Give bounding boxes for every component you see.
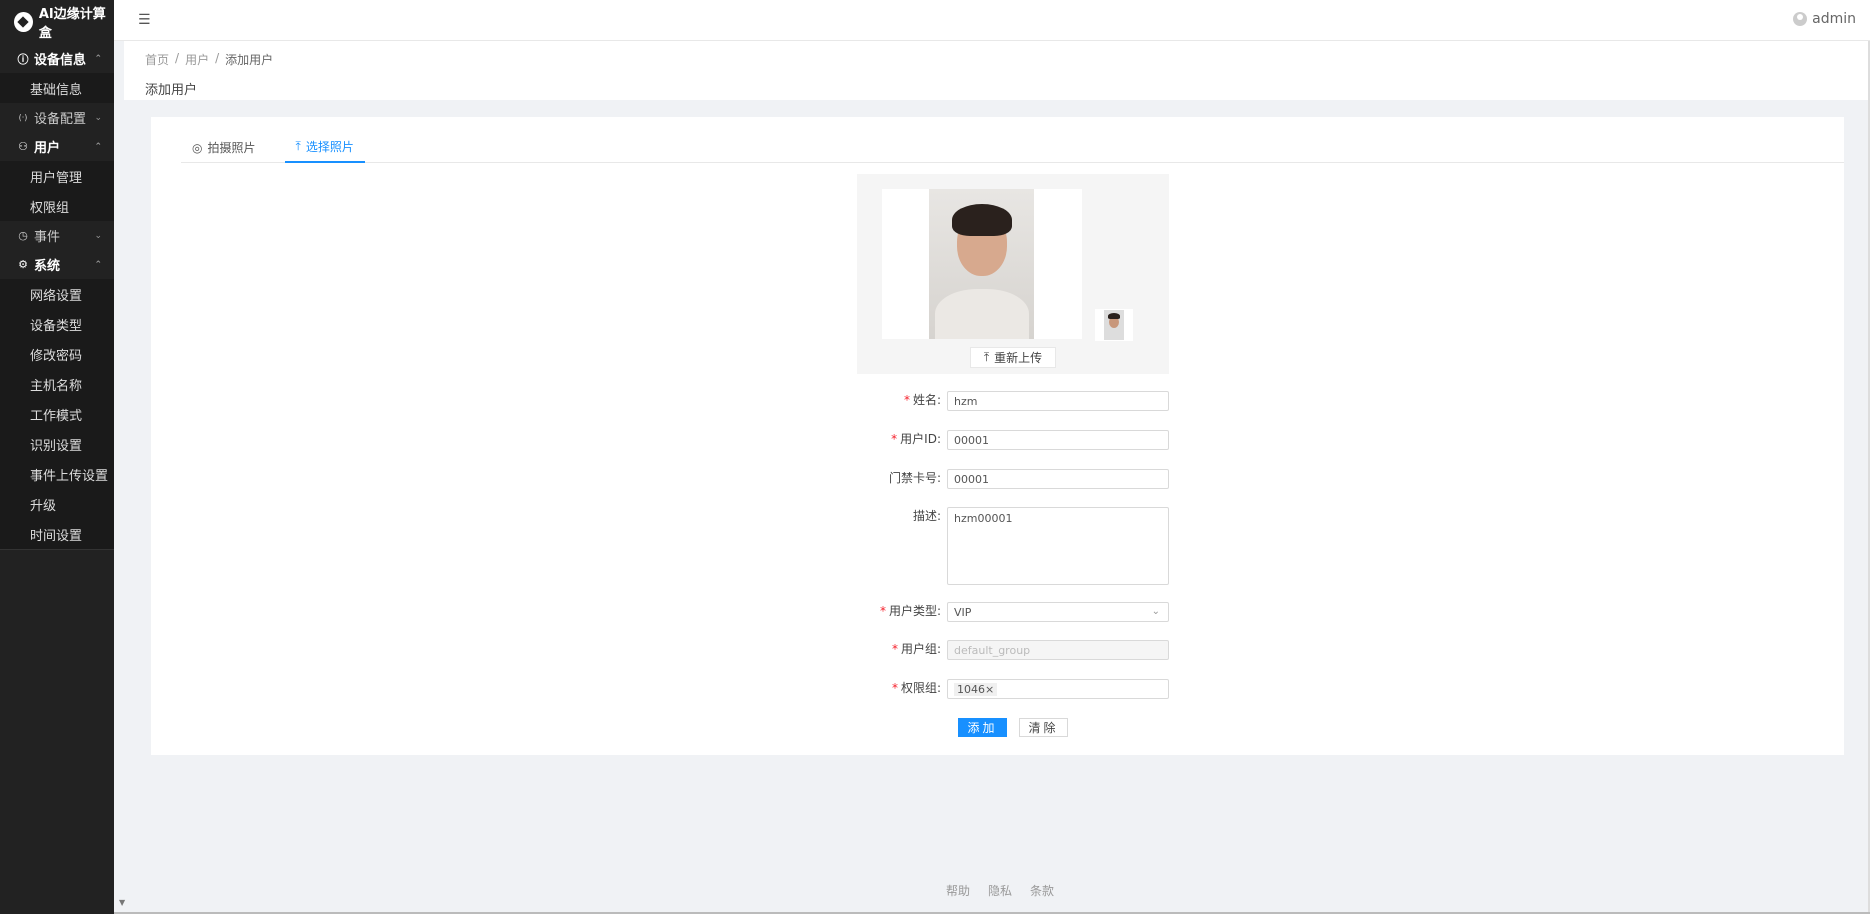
sidebar-item-change-password[interactable]: 修改密码 (0, 339, 114, 369)
photo-thumbnail[interactable] (1095, 309, 1133, 341)
user-menu[interactable]: admin (1793, 11, 1856, 27)
breadcrumb: 首页 / 用户 / 添加用户 (145, 51, 274, 68)
breadcrumb-home[interactable]: 首页 (145, 51, 169, 68)
description-label: 描述: (912, 509, 941, 523)
photo-preview-area: ⤒ 重新上传 (857, 174, 1169, 374)
gear-icon: ⚙ (18, 258, 28, 271)
user-group-input: default_group (947, 640, 1169, 660)
page-title: 添加用户 (145, 83, 198, 98)
chevron-up-icon: ⌃ (94, 141, 102, 152)
form-row-card-no: 门禁卡号: 00001 (857, 469, 1169, 489)
form-row-user-id: * 用户ID: 00001 (857, 430, 1169, 450)
chevron-down-icon: ⌄ (1151, 606, 1160, 617)
chevron-up-icon: ⌃ (94, 259, 102, 270)
sidebar: AI边缘计算盒 ⓘ 设备信息 ⌃ 基础信息 (·) 设备配置 ⌄ ⚇ 用户 ⌃ … (0, 0, 114, 914)
reupload-button[interactable]: ⤒ 重新上传 (970, 347, 1056, 368)
form-actions: 添加 清除 (958, 718, 1068, 737)
sidebar-item-device-type[interactable]: 设备类型 (0, 309, 114, 339)
description-textarea[interactable]: hzm00001 (947, 507, 1169, 585)
form-row-user-type: * 用户类型: VIP ⌄ (857, 602, 1169, 622)
sidebar-item-basic-info[interactable]: 基础信息 (0, 73, 114, 103)
user-icon: ⚇ (18, 140, 28, 153)
scroll-down-icon[interactable]: ▼ (119, 898, 125, 907)
sidebar-item-network-settings[interactable]: 网络设置 (0, 279, 114, 309)
card-no-input[interactable]: 00001 (947, 469, 1169, 489)
sidebar-item-user-management[interactable]: 用户管理 (0, 161, 114, 191)
form-row-description: 描述: hzm00001 (857, 507, 1169, 585)
sidebar-divider (0, 549, 114, 550)
tab-take-photo[interactable]: ◎ 拍摄照片 (181, 132, 267, 163)
footer-privacy-link[interactable]: 隐私 (988, 882, 1012, 899)
sidebar-item-recognition-settings[interactable]: 识别设置 (0, 429, 114, 459)
info-circle-icon: ⓘ (17, 52, 29, 66)
footer-terms-link[interactable]: 条款 (1030, 882, 1054, 899)
menu-group-device-config[interactable]: (·) 设备配置 ⌄ (0, 103, 114, 132)
page-header: 首页 / 用户 / 添加用户 添加用户 (124, 41, 1870, 100)
name-label: * 姓名: (903, 393, 941, 407)
sidebar-item-permission-group[interactable]: 权限组 (0, 191, 114, 221)
card-no-label: 门禁卡号: (888, 471, 941, 485)
tab-select-photo[interactable]: ⤒ 选择照片 (284, 132, 365, 163)
clock-icon: ◷ (18, 229, 28, 242)
broadcast-icon: (·) (18, 113, 28, 122)
portrait-image (929, 189, 1034, 339)
permission-group-select[interactable]: 1046× (947, 679, 1169, 699)
upload-icon: ⤒ (983, 350, 990, 364)
form-row-user-group: * 用户组: default_group (857, 640, 1169, 660)
user-type-select[interactable]: VIP ⌄ (947, 602, 1169, 622)
permission-tag: 1046× (954, 682, 998, 696)
name-input[interactable]: hzm (947, 391, 1169, 411)
menu-group-device-info[interactable]: ⓘ 设备信息 ⌃ (0, 44, 114, 73)
permission-group-label: * 权限组: (891, 681, 941, 695)
photo-preview (882, 189, 1082, 339)
tag-close-icon[interactable]: × (985, 683, 994, 696)
user-group-label: * 用户组: (891, 642, 941, 656)
upload-icon: ⤒ (295, 139, 301, 153)
chevron-down-icon: ⌄ (94, 230, 102, 241)
breadcrumb-current: 添加用户 (225, 53, 274, 67)
breadcrumb-user[interactable]: 用户 (185, 51, 209, 68)
clear-button[interactable]: 清除 (1019, 718, 1068, 737)
menu-group-event[interactable]: ◷ 事件 ⌄ (0, 221, 114, 250)
chevron-up-icon: ⌃ (94, 53, 102, 64)
sidebar-item-upgrade[interactable]: 升级 (0, 489, 114, 519)
sidebar-item-event-upload-settings[interactable]: 事件上传设置 (0, 459, 114, 489)
footer-links: 帮助 隐私 条款 (946, 882, 1054, 899)
sidebar-item-time-settings[interactable]: 时间设置 (0, 519, 114, 549)
footer-help-link[interactable]: 帮助 (946, 882, 970, 899)
logo-icon (14, 12, 33, 32)
menu-toggle-icon[interactable]: ☰ (138, 12, 151, 28)
photo-tabs: ◎ 拍摄照片 ⤒ 选择照片 (181, 132, 1844, 163)
user-id-label: * 用户ID: (891, 432, 941, 446)
camera-icon: ◎ (192, 140, 203, 155)
username: admin (1812, 11, 1856, 27)
sidebar-item-host-name[interactable]: 主机名称 (0, 369, 114, 399)
chevron-down-icon: ⌄ (94, 112, 102, 123)
sidebar-item-work-mode[interactable]: 工作模式 (0, 399, 114, 429)
add-button[interactable]: 添加 (958, 718, 1007, 737)
user-id-input[interactable]: 00001 (947, 430, 1169, 450)
form-row-permission-group: * 权限组: 1046× (857, 679, 1169, 699)
add-user-card: ◎ 拍摄照片 ⤒ 选择照片 ⤒ 重新上传 * 姓名: hzm * 用户ID: 0… (151, 117, 1844, 755)
user-type-label: * 用户类型: (879, 604, 941, 618)
app-title: AI边缘计算盒 (38, 7, 106, 41)
top-header: ☰ admin (114, 0, 1870, 41)
avatar-icon (1793, 12, 1808, 26)
form-row-name: * 姓名: hzm (857, 391, 1169, 411)
menu-group-user[interactable]: ⚇ 用户 ⌃ (0, 132, 114, 161)
app-logo[interactable]: AI边缘计算盒 (0, 0, 114, 44)
menu-group-system[interactable]: ⚙ 系统 ⌃ (0, 250, 114, 279)
